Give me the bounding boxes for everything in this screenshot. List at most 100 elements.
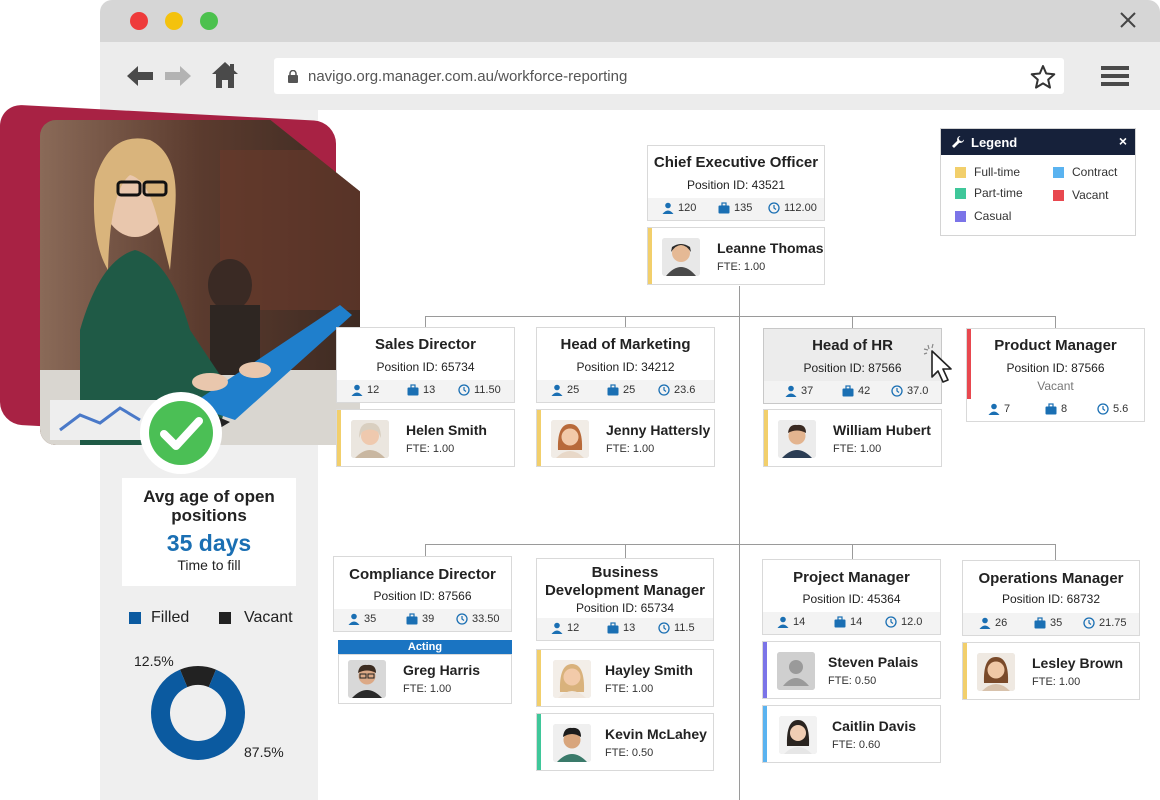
avatar <box>348 660 386 698</box>
fte-stat: 33.50 <box>456 613 500 625</box>
connector-drop <box>425 316 426 327</box>
position-stats: 7 8 5.6 <box>967 399 1144 421</box>
clock-icon <box>768 202 780 214</box>
headcount-stat: 120 <box>662 202 696 214</box>
person-fte: FTE: 0.50 <box>828 675 877 687</box>
briefcase-icon <box>842 385 854 397</box>
fte-stat: 112.00 <box>768 202 817 214</box>
position-card-sales-director[interactable]: Sales Director Position ID: 65734 12 13 … <box>336 327 515 403</box>
person-card-helen-smith[interactable]: Helen Smith FTE: 1.00 <box>336 409 515 467</box>
position-card-project-manager[interactable]: Project Manager Position ID: 45364 14 14… <box>762 559 941 635</box>
connector-drop <box>1055 544 1056 560</box>
employment-type-bar <box>537 650 541 706</box>
home-icon[interactable] <box>210 60 240 90</box>
position-title: Chief Executive Officer <box>653 154 819 171</box>
connector-drop <box>852 316 853 328</box>
person-card-steven-palais[interactable]: Steven Palais FTE: 0.50 <box>762 641 941 699</box>
position-id: Position ID: 87566 <box>1006 361 1105 375</box>
position-id: Position ID: 87566 <box>373 589 472 603</box>
headcount-stat: 35 <box>348 613 376 625</box>
forward-arrow-icon[interactable] <box>163 64 193 88</box>
window-minimize-dot[interactable] <box>165 12 183 30</box>
legend-panel: Legend × Full-time Contract Part-time Va… <box>940 128 1136 236</box>
legend-close-icon[interactable]: × <box>1119 133 1127 149</box>
person-fte: FTE: 1.00 <box>833 443 882 455</box>
person-icon <box>979 617 991 629</box>
legend-header: Legend × <box>941 129 1135 155</box>
person-card-caitlin-davis[interactable]: Caitlin Davis FTE: 0.60 <box>762 705 941 763</box>
legend-title: Legend <box>971 135 1018 150</box>
position-stats: 25 25 23.6 <box>537 380 714 402</box>
position-stats: 12 13 11.5 <box>537 618 713 640</box>
url-text[interactable]: navigo.org.manager.com.au/workforce-repo… <box>308 68 627 85</box>
headcount-stat: 26 <box>979 617 1007 629</box>
person-icon <box>551 384 563 396</box>
back-arrow-icon[interactable] <box>125 64 155 88</box>
person-card-kevin-mclahey[interactable]: Kevin McLahey FTE: 0.50 <box>536 713 714 771</box>
connector-drop <box>625 544 626 558</box>
avatar <box>779 716 817 754</box>
window-close-dot[interactable] <box>130 12 148 30</box>
headcount-stat: 37 <box>785 385 813 397</box>
hamburger-menu-icon[interactable] <box>1101 64 1129 88</box>
position-id: Position ID: 68732 <box>1001 592 1101 606</box>
position-card-product-manager[interactable]: Product Manager Position ID: 87566 Vacan… <box>966 328 1145 422</box>
headcount-stat: 12 <box>351 384 379 396</box>
fte-stat: 23.6 <box>658 384 695 396</box>
wrench-icon <box>952 136 964 148</box>
position-stats: 120 135 112.00 <box>648 198 824 220</box>
connector-trunk <box>739 286 740 800</box>
lock-icon <box>288 70 298 83</box>
person-card-jenny-hattersly[interactable]: Jenny Hattersly FTE: 1.00 <box>536 409 715 467</box>
position-id: Position ID: 87566 <box>803 361 902 375</box>
position-stats: 12 13 11.50 <box>337 380 514 402</box>
person-name: Jenny Hattersly <box>606 422 711 438</box>
employment-type-bar <box>763 706 767 762</box>
person-card-greg-harris[interactable]: Greg Harris FTE: 1.00 <box>338 654 512 704</box>
person-card-leanne-thomas[interactable]: Leanne Thomas FTE: 1.00 <box>647 227 825 285</box>
clock-icon <box>1083 617 1095 629</box>
position-id: Position ID: 45364 <box>802 592 901 606</box>
fte-stat: 11.5 <box>658 622 695 634</box>
person-icon <box>777 616 789 628</box>
briefcase-icon <box>406 613 418 625</box>
browser-toolbar: navigo.org.manager.com.au/workforce-repo… <box>100 42 1160 110</box>
position-card-head-of-marketing[interactable]: Head of Marketing Position ID: 34212 25 … <box>536 327 715 403</box>
person-fte: FTE: 1.00 <box>403 683 452 695</box>
positions-stat: 14 <box>834 616 862 628</box>
window-maximize-dot[interactable] <box>200 12 218 30</box>
person-name: Caitlin Davis <box>832 718 917 734</box>
person-card-hayley-smith[interactable]: Hayley Smith FTE: 1.00 <box>536 649 714 707</box>
person-card-william-hubert[interactable]: William Hubert FTE: 1.00 <box>763 409 942 467</box>
position-card-business-development-manager[interactable]: Business Development Manager Position ID… <box>536 558 714 641</box>
position-card-ceo[interactable]: Chief Executive Officer Position ID: 435… <box>647 145 825 221</box>
fte-stat: 12.0 <box>885 616 922 628</box>
vacant-legend-label: Vacant <box>244 609 293 626</box>
position-id: Position ID: 43521 <box>686 178 786 192</box>
position-card-compliance-director[interactable]: Compliance Director Position ID: 87566 3… <box>333 556 512 632</box>
positions-stat: 35 <box>1034 617 1062 629</box>
star-bookmark-icon[interactable] <box>1030 64 1056 90</box>
avatar <box>662 238 700 276</box>
person-fte: FTE: 1.00 <box>606 443 655 455</box>
person-name: Helen Smith <box>406 422 487 438</box>
connector-drop <box>625 316 626 327</box>
avg-age-subtitle: Time to fill <box>177 557 241 573</box>
clock-icon <box>458 384 470 396</box>
clock-icon <box>456 613 468 625</box>
legend-label-vacant: Vacant <box>1072 188 1109 202</box>
title-bar <box>100 0 1160 42</box>
connector-drop <box>852 544 853 559</box>
employment-type-bar <box>763 642 767 698</box>
fte-stat: 5.6 <box>1097 403 1128 415</box>
close-icon[interactable] <box>1118 10 1138 30</box>
vacant-legend-swatch <box>219 612 231 624</box>
person-card-lesley-brown[interactable]: Lesley Brown FTE: 1.00 <box>962 642 1140 700</box>
address-bar[interactable]: navigo.org.manager.com.au/workforce-repo… <box>274 58 1064 94</box>
position-card-head-of-hr[interactable]: Head of HR Position ID: 87566 37 42 37.0 <box>763 328 942 404</box>
position-title: Head of Marketing <box>560 336 691 353</box>
legend-swatch-casual <box>955 211 966 222</box>
avg-age-value: 35 days <box>166 530 252 556</box>
legend-label-contract: Contract <box>1072 165 1118 179</box>
position-card-operations-manager[interactable]: Operations Manager Position ID: 68732 26… <box>962 560 1140 636</box>
